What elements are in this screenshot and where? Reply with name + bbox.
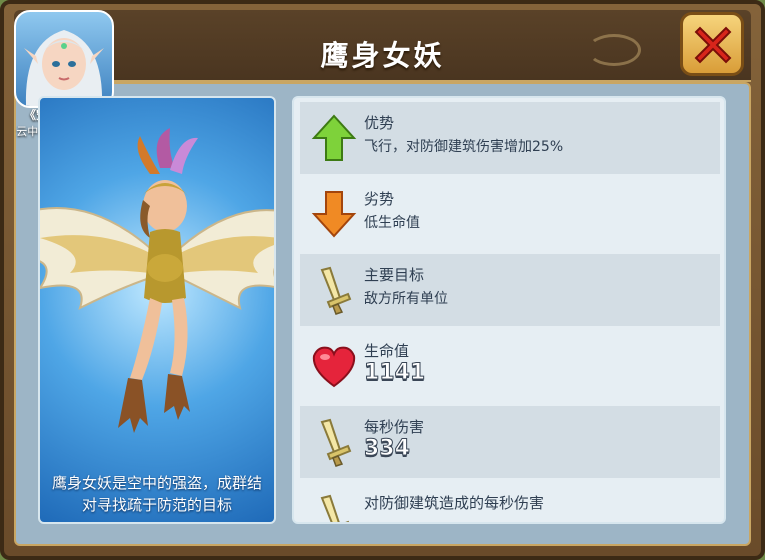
- sword-icon: [320, 266, 352, 315]
- stat-label: 劣势: [364, 190, 395, 208]
- stat-label: 主要目标: [364, 266, 425, 284]
- stats-panel: 优势 飞行，对防御建筑伤害增加25% 劣势 低生命值 主要目标 敌方所有单位 生…: [292, 96, 726, 524]
- stat-row-target: 主要目标 敌方所有单位: [300, 254, 720, 326]
- harpy-hero-image: [40, 128, 274, 433]
- dialog-title: 鹰身女妖: [320, 39, 445, 72]
- stat-row-hitpoints: 生命值 1141: [300, 330, 720, 402]
- stat-value: 敌方所有单位: [364, 291, 448, 307]
- orange-down-arrow-icon: [311, 191, 357, 238]
- stat-row-dps: 每秒伤害 334: [300, 406, 720, 478]
- stat-row-weakness: 劣势 低生命值: [300, 178, 720, 250]
- sword-icon: [320, 494, 350, 522]
- heart-icon: [312, 346, 356, 388]
- stat-value: 飞行，对防御建筑伤害增加25%: [364, 139, 564, 155]
- close-button[interactable]: [680, 12, 744, 76]
- game-app-avatar: [14, 10, 114, 108]
- sword-icon: [320, 418, 352, 467]
- stat-number: 1141: [363, 360, 426, 386]
- stat-label: 优势: [364, 114, 395, 132]
- close-icon: [694, 26, 732, 64]
- dialog-header: 鹰身女妖: [14, 10, 751, 82]
- stat-number: 334: [364, 436, 411, 462]
- stat-value: 低生命值: [364, 215, 420, 231]
- green-up-arrow-icon: [311, 114, 357, 161]
- hero-portrait-panel: 鹰身女妖是空中的强盗，成群结对寻找疏于防范的目标: [38, 96, 276, 524]
- stat-label: 生命值: [364, 342, 410, 360]
- hero-description: 鹰身女妖是空中的强盗，成群结对寻找疏于防范的目标: [51, 474, 262, 514]
- stat-label: 对防御建筑造成的每秒伤害: [364, 494, 545, 512]
- stat-label: 每秒伤害: [364, 418, 425, 436]
- stat-row-defense-dps: 对防御建筑造成的每秒伤害: [300, 482, 720, 522]
- stat-row-strength: 优势 飞行，对防御建筑伤害增加25%: [300, 102, 720, 174]
